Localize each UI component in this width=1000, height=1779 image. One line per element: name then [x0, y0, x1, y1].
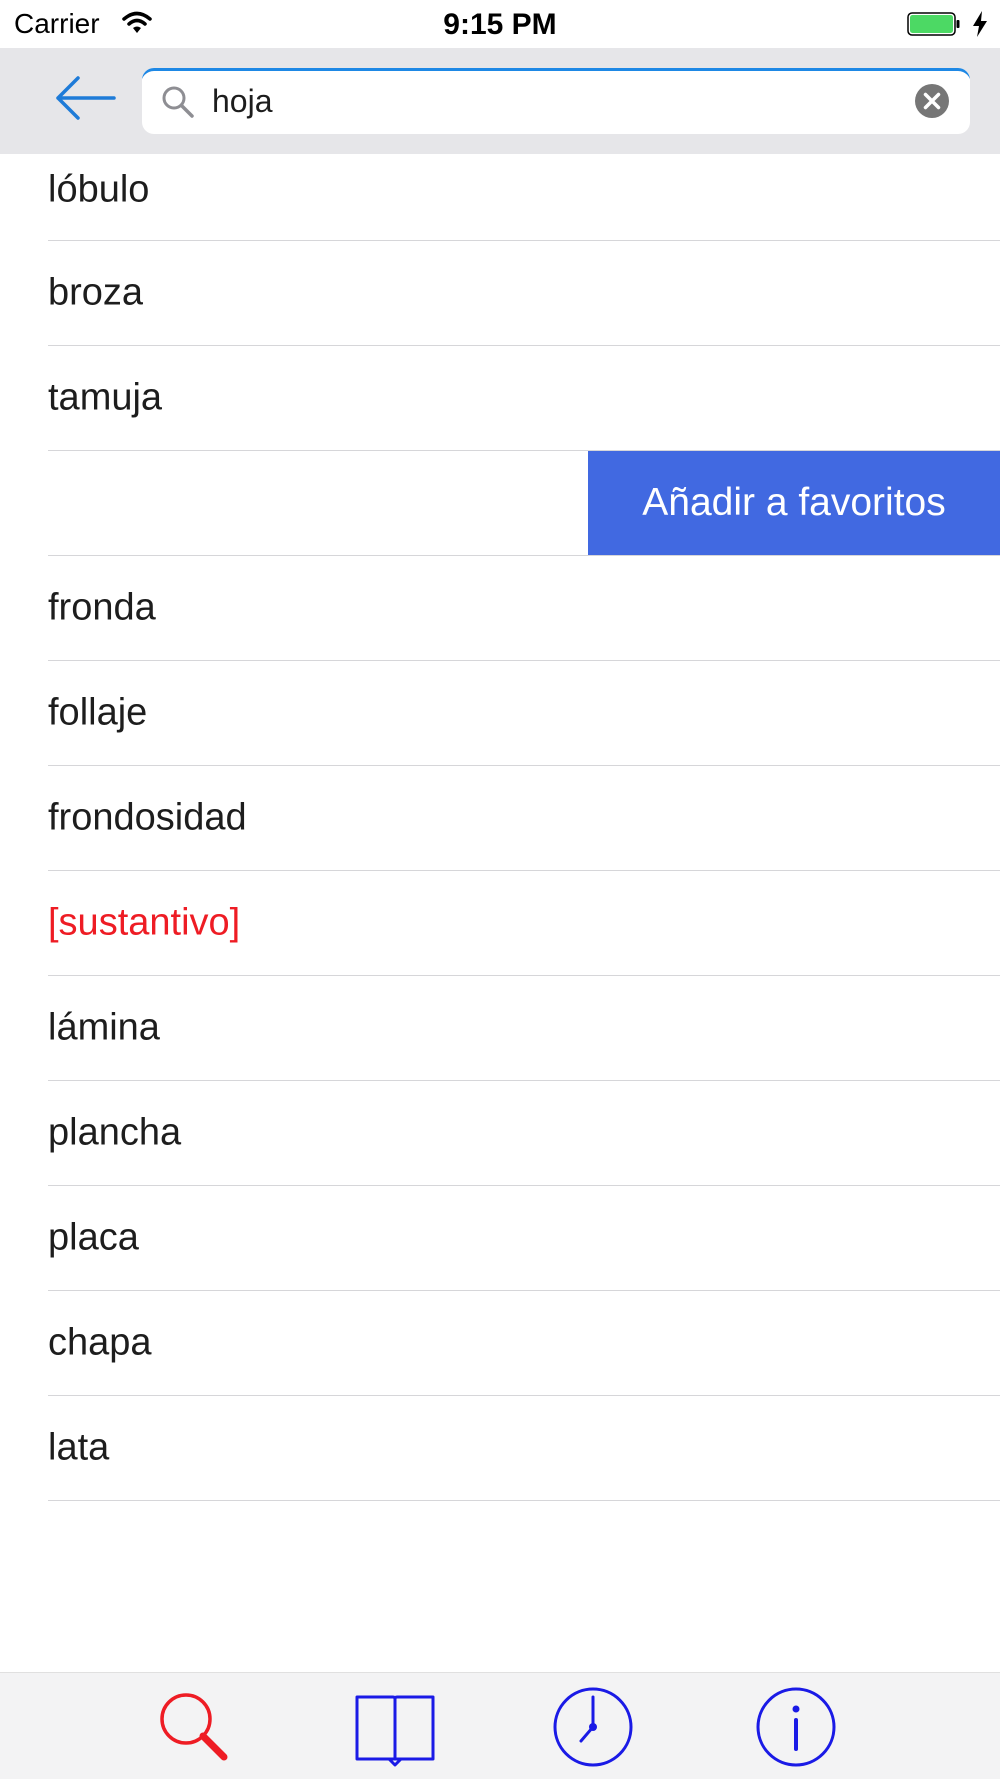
search-icon [160, 1693, 228, 1761]
battery-icon [907, 12, 961, 36]
list-item-label: follaje [48, 691, 148, 734]
add-to-favorites-button[interactable]: Añadir a favoritos [588, 451, 1000, 555]
book-icon [355, 1695, 435, 1767]
list-item-label: lámina [48, 1006, 160, 1049]
arrow-left-icon [56, 76, 116, 120]
magnifier-icon [160, 84, 196, 120]
list-item-label: frondosidad [48, 796, 247, 839]
list-item[interactable]: broza [48, 241, 1000, 346]
search-field[interactable] [142, 68, 970, 134]
list-item-label: broza [48, 271, 144, 314]
list-item[interactable]: plancha [48, 1081, 1000, 1186]
list-item[interactable]: lámina [48, 976, 1000, 1081]
list-item-label: tamuja [48, 376, 163, 419]
list-item-label: chapa [48, 1321, 152, 1364]
list-item[interactable]: follaje [48, 661, 1000, 766]
results-list: lóbulo broza tamuja Añadir a favoritos f… [0, 154, 1000, 1501]
clear-search-button[interactable] [914, 83, 950, 119]
clock-icon [553, 1687, 633, 1767]
status-bar: Carrier 9:15 PM [0, 0, 1000, 48]
tab-info[interactable] [754, 1685, 838, 1769]
clear-circle-icon [915, 84, 949, 118]
list-item[interactable]: frondosidad [48, 766, 1000, 871]
tab-bar [0, 1672, 1000, 1779]
list-item[interactable]: lata [48, 1396, 1000, 1501]
list-item[interactable]: lóbulo [48, 154, 1000, 241]
tab-history[interactable] [551, 1685, 635, 1769]
search-input[interactable] [212, 76, 892, 126]
tab-search[interactable] [152, 1685, 236, 1769]
search-header [0, 48, 1000, 154]
list-item-label: fronda [48, 586, 156, 629]
list-item-swiped[interactable]: Añadir a favoritos [48, 451, 1000, 556]
list-item-label: lata [48, 1426, 110, 1469]
list-item[interactable]: tamuja [48, 346, 1000, 451]
list-item[interactable]: chapa [48, 1291, 1000, 1396]
list-item[interactable]: placa [48, 1186, 1000, 1291]
back-button[interactable] [52, 72, 118, 124]
info-icon [756, 1687, 836, 1767]
list-item[interactable]: fronda [48, 556, 1000, 661]
list-item-label: lóbulo [48, 168, 150, 211]
list-item-label: placa [48, 1216, 139, 1259]
category-header: [sustantivo] [48, 871, 1000, 976]
charging-icon [970, 10, 990, 38]
tab-dictionary[interactable] [353, 1685, 437, 1769]
status-time: 9:15 PM [443, 8, 557, 41]
list-item-label: plancha [48, 1111, 182, 1154]
category-label: [sustantivo] [48, 901, 241, 944]
